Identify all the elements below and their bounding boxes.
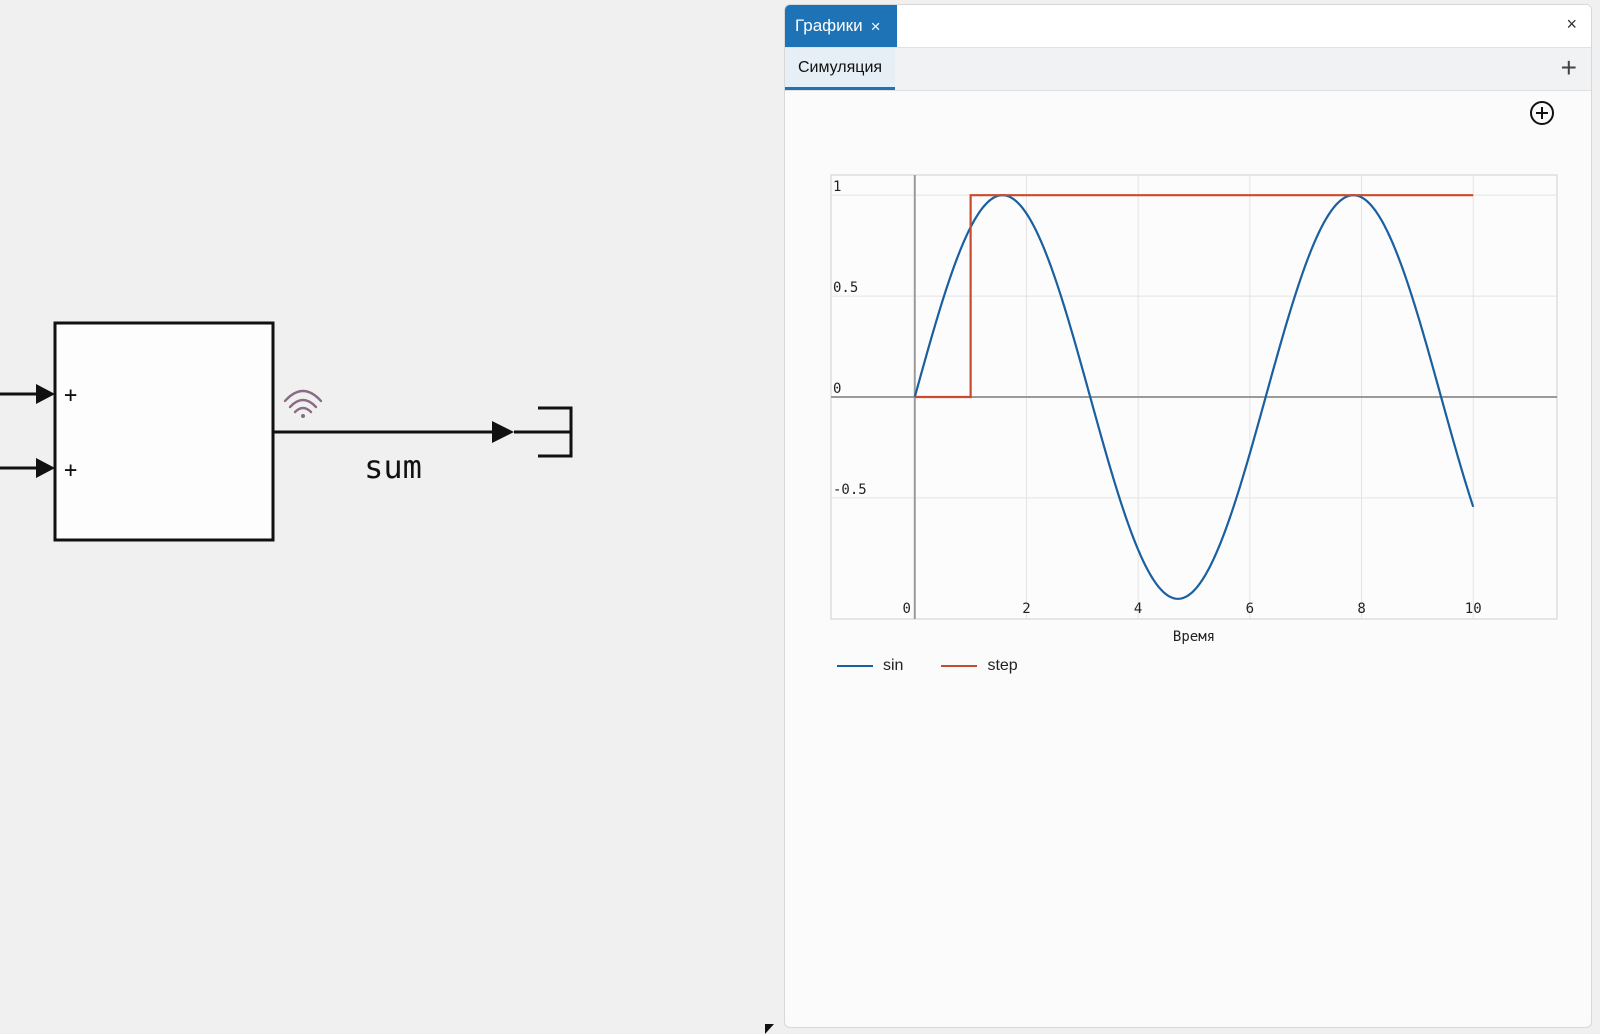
legend: sin step xyxy=(837,657,1018,675)
plot-area[interactable]: 0 2 4 6 8 10 1 0.5 0 -0.5 Время xyxy=(785,5,1592,705)
input-sign-2: + xyxy=(64,458,77,483)
block-diagram: + + sum xyxy=(0,321,573,542)
signal-label: sum xyxy=(364,448,422,486)
legend-item-step[interactable]: step xyxy=(941,657,1018,675)
legend-swatch xyxy=(837,665,873,667)
x-tick-label: 2 xyxy=(1022,601,1030,617)
y-tick-label: 0 xyxy=(833,381,841,397)
legend-label: step xyxy=(987,657,1018,674)
legend-item-sin[interactable]: sin xyxy=(837,657,903,675)
output-line[interactable] xyxy=(273,421,570,443)
legend-swatch xyxy=(941,665,978,667)
legend-label: sin xyxy=(883,657,904,674)
sum-block[interactable] xyxy=(53,321,275,542)
plots-panel: Графики × × Симуляция + 0 2 4 6 8 10 1 0.5 0 -0.5… xyxy=(784,4,1592,1028)
input-sign-1: + xyxy=(64,383,77,408)
input-line-1 xyxy=(0,384,55,404)
input-line-2 xyxy=(0,458,55,478)
mouse-cursor-icon xyxy=(765,1024,774,1034)
x-tick-label: 8 xyxy=(1357,601,1365,617)
y-tick-label: -0.5 xyxy=(833,482,867,498)
x-axis-label: Время xyxy=(1173,629,1215,645)
y-tick-label: 1 xyxy=(833,179,841,195)
x-tick-label: 0 xyxy=(903,601,911,617)
x-tick-label: 4 xyxy=(1134,601,1142,617)
x-tick-label: 10 xyxy=(1465,601,1482,617)
x-tick-label: 6 xyxy=(1246,601,1254,617)
y-tick-label: 0.5 xyxy=(833,280,858,296)
signal-logging-icon[interactable] xyxy=(283,389,323,418)
